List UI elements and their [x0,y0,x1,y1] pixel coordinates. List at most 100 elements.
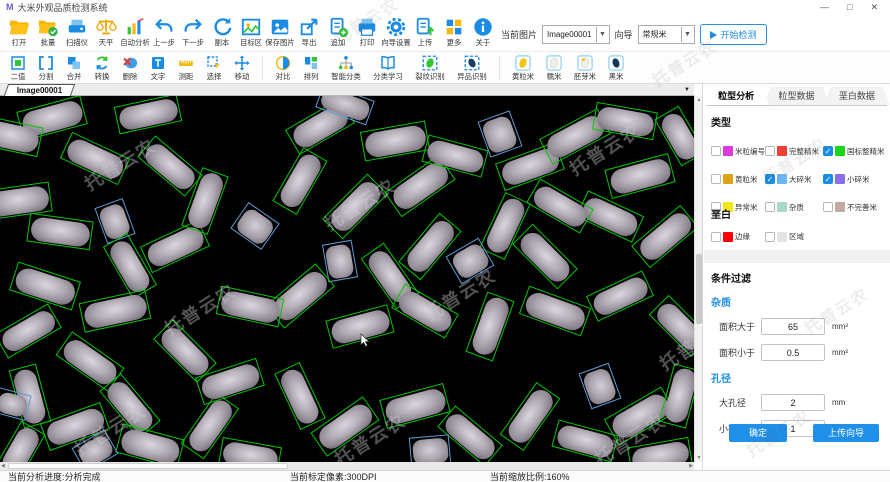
append-button[interactable]: 追加 [323,16,352,48]
grain-bounding-box[interactable] [0,303,62,358]
crack-recognition-button[interactable]: 裂纹识别 [409,54,451,82]
type-checkbox-0[interactable] [711,146,721,156]
status-dpi: 当前标定像素:300DPI [290,472,377,482]
image-tab[interactable]: Image00001 [4,84,76,96]
grain-bounding-box[interactable] [272,147,327,215]
grain-bounding-box[interactable] [360,120,430,161]
convert-button[interactable]: 转换 [88,54,116,82]
grain-bounding-box[interactable] [649,295,694,357]
rice-germ-button[interactable]: 胚芽米 [568,54,602,82]
grain-bounding-box[interactable] [9,262,81,311]
grain-bounding-box[interactable] [79,289,152,332]
grain-bounding-box[interactable] [114,96,182,134]
filter-value-input[interactable] [761,394,825,411]
type-label: 米粒编号 [735,146,765,157]
rice-yellow-button[interactable]: 黄粒米 [506,54,540,82]
grain-bounding-box[interactable] [604,153,676,199]
folder-open-button[interactable]: 打开 [4,16,33,48]
grain-bounding-box[interactable] [60,131,130,184]
rice-glutinous-button[interactable]: 糯米 [540,54,568,82]
chevron-down-icon[interactable]: ▼ [596,27,609,42]
wizard-dropdown[interactable]: 常规米 ▼ [638,25,695,44]
minimize-icon[interactable]: — [820,2,829,13]
tab-list-icon[interactable]: ▼ [684,87,690,93]
chalk-checkbox-0[interactable] [711,232,721,242]
binary-button[interactable]: 二值 [4,54,32,82]
grain-bounding-box[interactable] [627,437,693,462]
classify-learning-button[interactable]: 分类学习 [367,54,409,82]
upload-wizard-button[interactable]: 上传向导 [813,424,879,442]
select-button[interactable]: 选择 [200,54,228,82]
ok-button[interactable]: 确定 [729,424,787,442]
close-icon[interactable]: ✕ [870,2,878,13]
save-image-button[interactable]: 保存图片 [265,16,294,48]
grain-bounding-box[interactable] [578,363,621,410]
measure-button[interactable]: 测距 [172,54,200,82]
contrast-button[interactable]: 对比 [269,54,297,82]
grain-bounding-box[interactable] [26,212,93,250]
rice-black-button[interactable]: 黑米 [602,54,630,82]
horizontal-scrollbar[interactable]: ◀ ▶ [0,462,694,470]
batch-button[interactable]: 批量 [33,16,62,48]
type-checkbox-4[interactable]: ✓ [765,174,775,184]
current-image-dropdown[interactable]: Image00001 ▼ [542,25,609,44]
grain-bounding-box[interactable] [310,396,379,456]
move-button[interactable]: 移动 [228,54,256,82]
target-area-button[interactable]: 目标区 [236,16,265,48]
grain-bounding-box[interactable] [586,270,654,322]
grain-bounding-box[interactable] [519,286,591,337]
maximize-icon[interactable]: □ [847,2,852,13]
redo-button[interactable]: 下一步 [178,16,207,48]
type-checkbox-1[interactable] [765,146,775,156]
duplicate-button[interactable]: 副本 [207,16,236,48]
smart-classify-button[interactable]: 智能分类 [325,54,367,82]
print-button[interactable]: 打印 [352,16,381,48]
grain-bounding-box[interactable] [512,223,578,289]
balance-button[interactable]: 天平 [91,16,120,48]
grain-bounding-box[interactable] [391,283,459,338]
type-checkbox-3[interactable] [711,174,721,184]
grain-bounding-box[interactable] [274,362,326,430]
about-button[interactable]: 关于 [468,16,497,48]
panel-tab-0[interactable]: 粒型分析 [703,87,769,105]
type-checkbox-5[interactable]: ✓ [823,174,833,184]
text-button[interactable]: 文字 [144,54,172,82]
image-canvas[interactable]: 托普云农托普云农托普云农托普云农托普云农托普云农托普云农托普云农托普云农 [0,96,694,462]
chalk-checkbox-1[interactable] [765,232,775,242]
grain-bounding-box[interactable] [137,135,202,196]
grain-bounding-box[interactable] [218,437,282,462]
grain-bounding-box[interactable] [322,173,388,239]
grain-bounding-box[interactable] [230,202,279,250]
filter-value-input[interactable] [761,344,825,361]
chevron-down-icon[interactable]: ▼ [681,27,694,42]
type-checkbox-2[interactable]: ✓ [823,146,833,156]
vertical-scrollbar[interactable]: ▲ ▼ [694,96,702,462]
split-button[interactable]: 分割 [32,54,60,82]
grain-bounding-box[interactable] [526,178,594,233]
scroll-right-icon[interactable]: ▶ [689,462,693,470]
upload-button[interactable]: 上传 [410,16,439,48]
grain-bounding-box[interactable] [322,240,358,283]
grain-bounding-box[interactable] [500,381,560,450]
grain-bounding-box[interactable] [216,285,285,327]
grain-bounding-box[interactable] [0,421,46,462]
arrange-button[interactable]: 排列 [297,54,325,82]
merge-button[interactable]: 合并 [60,54,88,82]
delete-button[interactable]: 删除 [116,54,144,82]
scroll-left-icon[interactable]: ◀ [1,462,5,470]
grain-bounding-box[interactable] [465,291,514,361]
start-detection-button[interactable]: 开始检测 [700,24,767,45]
select-icon [205,54,223,72]
auto-analyze-button[interactable]: 自动分析 [120,16,149,48]
more-button[interactable]: 更多 [439,16,468,48]
panel-tab-1[interactable]: 粒型数据 [763,87,829,105]
grain-bounding-box[interactable] [409,434,451,462]
undo-button[interactable]: 上一步 [149,16,178,48]
filter-value-input[interactable] [761,318,825,335]
scanner-button[interactable]: 扫描仪 [62,16,91,48]
horizontal-scrollbar-thumb[interactable] [8,463,288,469]
foreign-recognition-button[interactable]: 异品识别 [451,54,493,82]
panel-tab-2[interactable]: 垩白数据 [824,87,890,105]
export-button[interactable]: 导出 [294,16,323,48]
wizard-settings-button[interactable]: 向导设置 [381,16,410,48]
